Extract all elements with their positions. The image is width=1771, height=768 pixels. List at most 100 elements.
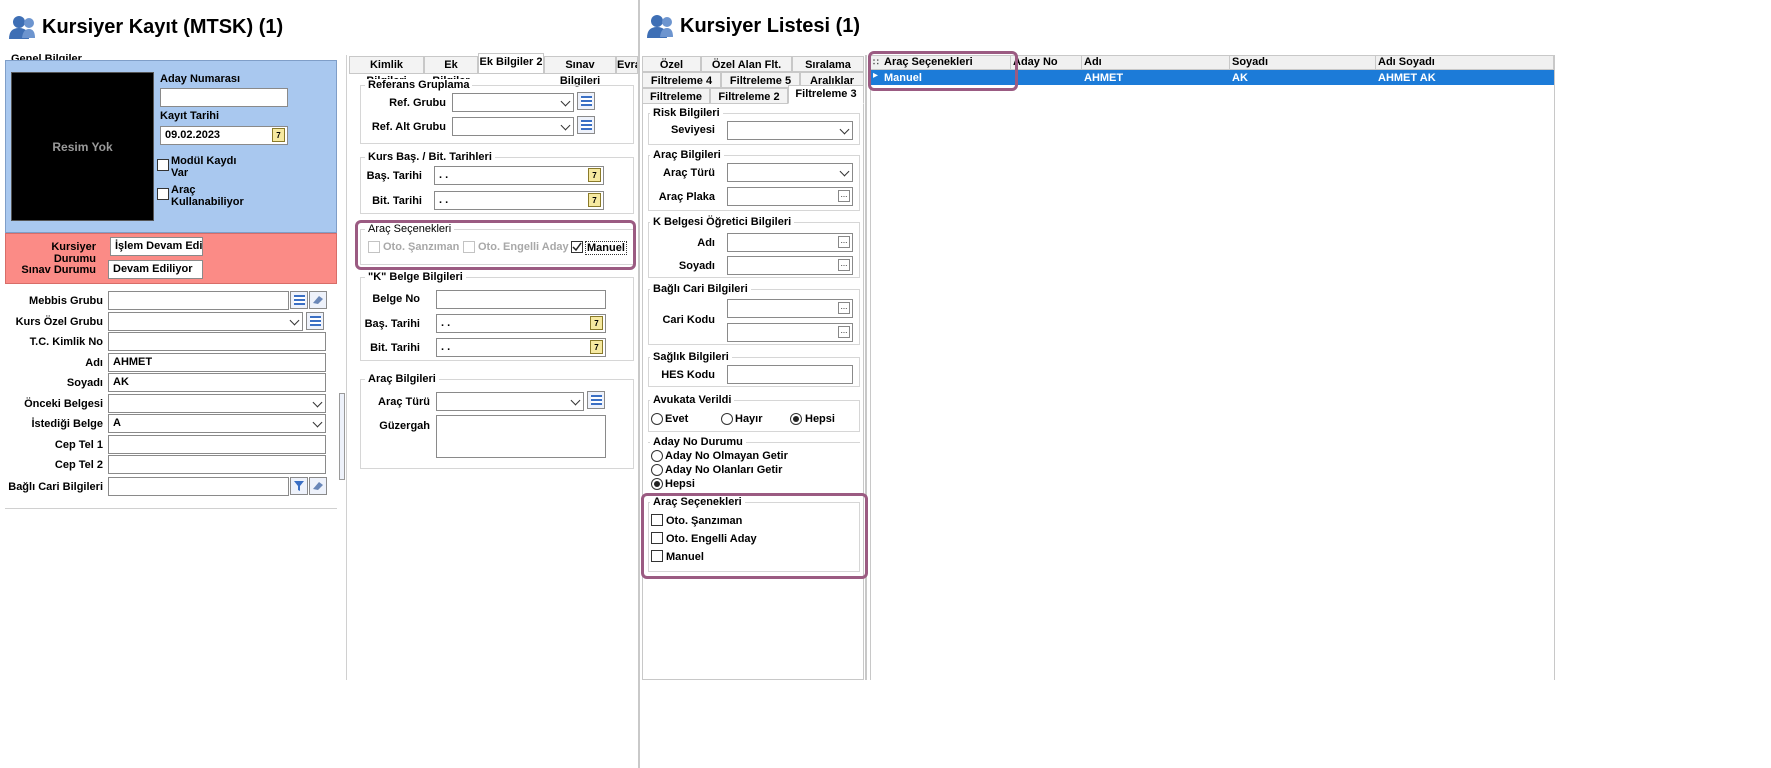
list-button[interactable] xyxy=(306,312,324,330)
ref-grubu-combo[interactable] xyxy=(452,93,574,112)
istedigi-belge-combo[interactable]: A xyxy=(108,414,326,433)
bagli-cari-title: Bağlı Cari Bilgileri xyxy=(650,283,751,295)
k-soyadi-input[interactable] xyxy=(727,256,853,275)
cari-kodu-input-2[interactable] xyxy=(727,323,853,342)
tab-ek-bilgiler-2[interactable]: Ek Bilgiler 2 xyxy=(478,53,544,74)
ellipsis-button[interactable]: ... xyxy=(838,259,850,271)
list-icon xyxy=(580,96,592,106)
list-button[interactable] xyxy=(577,92,595,110)
chevron-down-icon xyxy=(839,124,850,135)
evet-radio[interactable] xyxy=(651,413,663,425)
tc-kimlik-input[interactable] xyxy=(108,332,326,351)
ref-alt-grubu-combo[interactable] xyxy=(452,117,574,136)
tab-filtreleme-4[interactable]: Filtreleme 4 xyxy=(642,72,721,88)
sinav-durumu-label: Sınav Durumu xyxy=(21,264,96,276)
tab-filtreleme-2[interactable]: Filtreleme 2 xyxy=(710,88,788,104)
r-arac-turu-combo[interactable] xyxy=(727,163,853,182)
k-adi-input[interactable] xyxy=(727,233,853,252)
chevron-down-icon xyxy=(839,166,850,177)
r-arac-plaka-label: Araç Plaka xyxy=(658,191,715,203)
tab-filtreleme[interactable]: Filtreleme xyxy=(642,88,710,104)
filter-button[interactable] xyxy=(290,477,308,495)
list-button[interactable] xyxy=(577,116,595,134)
aday-numarasi-label: Aday Numarası xyxy=(160,73,241,85)
grid-col-adi-soyadi[interactable]: Adı Soyadı xyxy=(1378,56,1435,68)
kayit-tarihi-input[interactable]: 09.02.2023 xyxy=(160,126,288,145)
modul-kaydi-checkbox[interactable] xyxy=(157,159,169,171)
bas-tarihi-input[interactable]: . . xyxy=(434,166,604,185)
arac-kullanabiliyor-label: Araç Kullanabiliyor xyxy=(171,184,244,208)
list-icon xyxy=(580,120,592,130)
list-icon xyxy=(309,316,321,326)
grid-col-adi[interactable]: Adı xyxy=(1084,56,1102,68)
aday-numarasi-input[interactable] xyxy=(160,88,288,107)
eraser-button[interactable] xyxy=(309,291,327,309)
istedigi-belge-label: İstediği Belge xyxy=(31,418,103,430)
aday-no-hepsi-radio[interactable] xyxy=(651,478,663,490)
chevron-down-icon xyxy=(570,395,581,406)
tab-evrak[interactable]: Evra xyxy=(616,56,638,74)
tab-siralama[interactable]: Sıralama xyxy=(792,56,864,72)
aday-no-olmayan-radio[interactable] xyxy=(651,450,663,462)
tab-kimlik-bilgileri[interactable]: Kimlik Bilgileri xyxy=(349,56,424,87)
aday-no-olanlari-label: Aday No Olanları Getir xyxy=(665,464,783,476)
sinav-durumu-field[interactable]: Devam Ediliyor xyxy=(108,260,203,279)
tab-sinav-bilgileri[interactable]: Sınav Bilgileri xyxy=(544,56,616,87)
tab-ozel[interactable]: Özel xyxy=(642,56,701,72)
cell-adi-soyadi[interactable]: AHMET AK xyxy=(1378,72,1436,84)
arac-turu-combo[interactable] xyxy=(436,392,584,411)
cell-soyadi[interactable]: AK xyxy=(1232,72,1248,84)
hayir-label: Hayır xyxy=(735,413,763,425)
seviyesi-combo[interactable] xyxy=(727,121,853,140)
kursiyer-durumu-field[interactable]: İşlem Devam Ediy xyxy=(110,237,203,256)
ellipsis-button[interactable]: ... xyxy=(838,326,850,338)
adi-label: Adı xyxy=(85,357,103,369)
calendar-icon[interactable]: 7 xyxy=(588,193,601,207)
right-window-title: Kursiyer Listesi (1) xyxy=(646,13,860,39)
seviyesi-label: Seviyesi xyxy=(670,124,715,136)
mebbis-grubu-input[interactable] xyxy=(108,291,289,310)
cell-adi[interactable]: AHMET xyxy=(1084,72,1123,84)
ellipsis-button[interactable]: ... xyxy=(838,236,850,248)
ellipsis-button[interactable]: ... xyxy=(838,190,850,202)
calendar-icon[interactable]: 7 xyxy=(590,316,603,330)
onceki-belgesi-combo[interactable] xyxy=(108,394,326,413)
kurs-ozel-grubu-combo[interactable] xyxy=(108,312,303,331)
calendar-icon[interactable]: 7 xyxy=(272,128,285,142)
bit-tarihi-input[interactable]: . . xyxy=(434,191,604,210)
r-arac-plaka-input[interactable] xyxy=(727,187,853,206)
photo-placeholder[interactable]: Resim Yok xyxy=(11,72,154,221)
guzergah-textarea[interactable] xyxy=(436,415,606,458)
list-icon xyxy=(293,295,305,305)
soyadi-input[interactable]: AK xyxy=(108,373,326,392)
kurs-tarih-title: Kurs Baş. / Bit. Tarihleri xyxy=(365,151,495,163)
tab-filtreleme-3[interactable]: Filtreleme 3 xyxy=(788,85,864,104)
aday-no-olanlari-radio[interactable] xyxy=(651,464,663,476)
calendar-icon[interactable]: 7 xyxy=(588,168,601,182)
ellipsis-button[interactable]: ... xyxy=(838,302,850,314)
grid-col-aday-no[interactable]: Aday No xyxy=(1013,56,1058,68)
guzergah-label: Güzergah xyxy=(379,420,430,432)
tab-ek-bilgiler[interactable]: Ek Bilgiler xyxy=(424,56,478,87)
cari-kodu-input-1[interactable] xyxy=(727,299,853,318)
splitter-handle[interactable] xyxy=(339,393,345,480)
k-bit-tarihi-input[interactable]: . . xyxy=(436,338,606,357)
aday-no-hepsi-label: Hepsi xyxy=(665,478,695,490)
adi-input[interactable]: AHMET xyxy=(108,353,326,372)
calendar-icon[interactable]: 7 xyxy=(590,340,603,354)
arac-kullanabiliyor-checkbox[interactable] xyxy=(157,188,169,200)
tab-ozel-alan-flt[interactable]: Özel Alan Flt. xyxy=(701,56,792,72)
list-button[interactable] xyxy=(587,391,605,409)
cep-tel-2-input[interactable] xyxy=(108,455,326,474)
bagli-cari-input[interactable] xyxy=(108,477,289,496)
belge-no-input[interactable] xyxy=(436,290,606,309)
eraser-button[interactable] xyxy=(309,477,327,495)
k-bas-tarihi-input[interactable]: . . xyxy=(436,314,606,333)
cep-tel-1-input[interactable] xyxy=(108,435,326,454)
list-button[interactable] xyxy=(290,291,308,309)
hes-kodu-input[interactable] xyxy=(727,365,853,384)
grid-col-soyadi[interactable]: Soyadı xyxy=(1232,56,1268,68)
belge-no-label: Belge No xyxy=(372,293,420,305)
hayir-radio[interactable] xyxy=(721,413,733,425)
hepsi-radio[interactable] xyxy=(790,413,802,425)
